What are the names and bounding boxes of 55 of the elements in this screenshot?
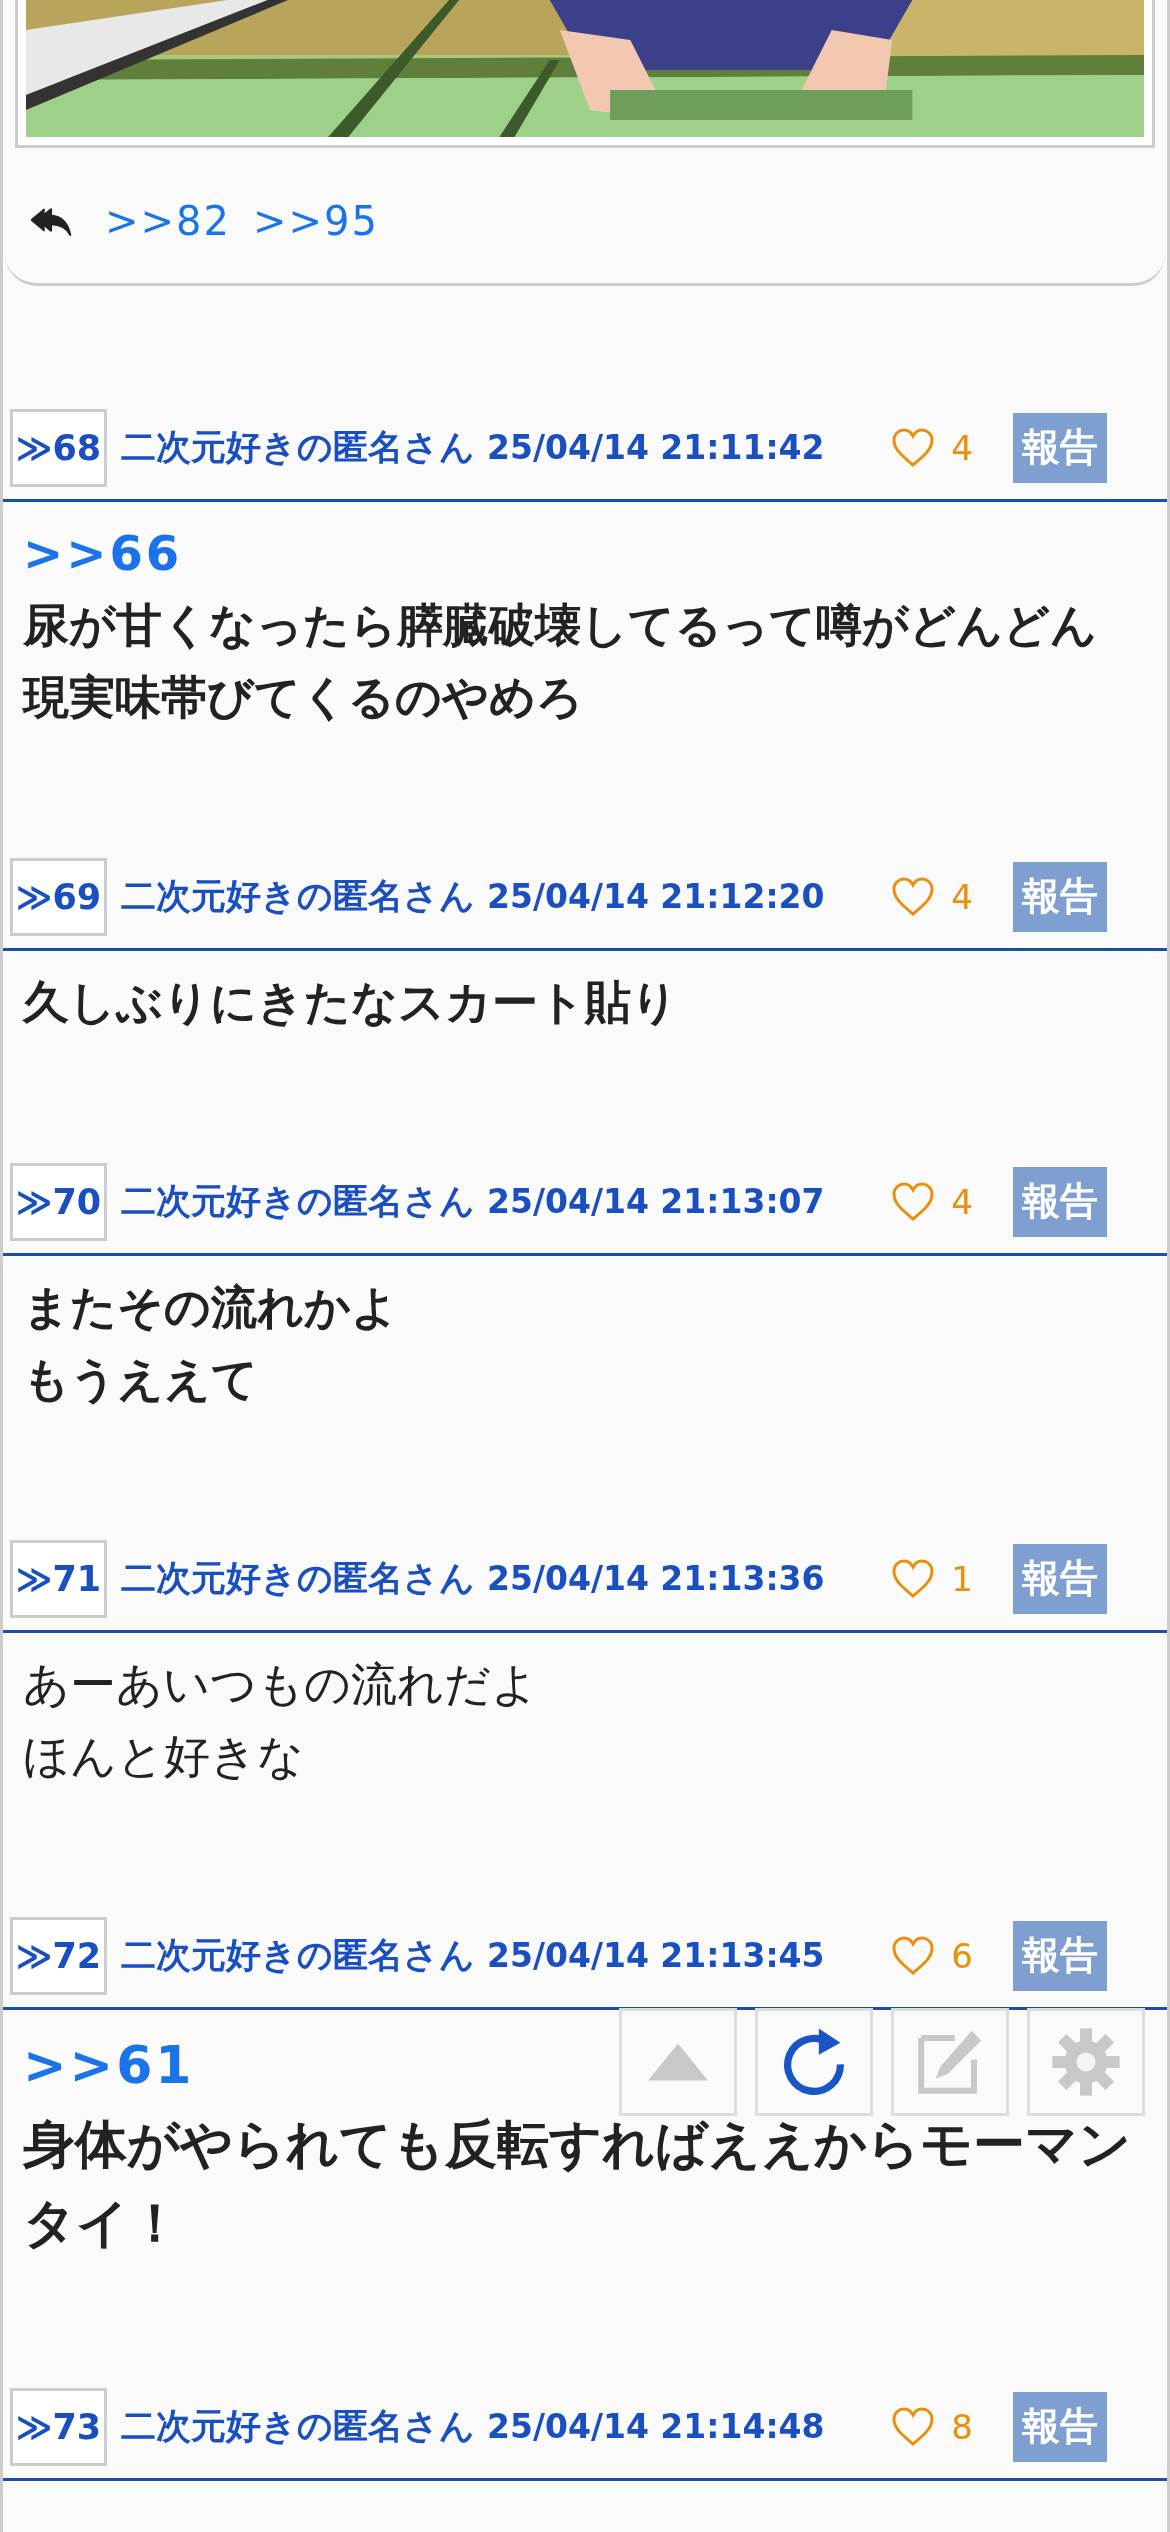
post-text: あーあいつもの流れだよ xyxy=(23,1656,539,1713)
like-count: 4 xyxy=(951,876,973,917)
poster-name: 二次元好きの匿名さん xyxy=(121,1557,475,1600)
anchor-link[interactable]: >>61 xyxy=(23,2025,1167,2105)
heart-icon[interactable] xyxy=(891,1558,936,1599)
post-number-link[interactable]: ≫69 xyxy=(10,857,107,936)
poster-name: 二次元好きの匿名さん xyxy=(121,1934,475,1977)
heart-icon[interactable] xyxy=(891,876,936,917)
post-text: もうええて xyxy=(23,1351,259,1408)
post-date: 25/04/14 21:13:07 xyxy=(487,1182,825,1221)
post-text: 身体がやられても反転すればええからモーマン xyxy=(23,2113,1132,2176)
post-number-link[interactable]: ≫73 xyxy=(10,2387,107,2466)
settings-icon xyxy=(1050,2026,1122,2098)
settings-button[interactable] xyxy=(1027,2008,1145,2116)
post-text: ほんと好きな xyxy=(23,1728,305,1785)
poster-name: 二次元好きの匿名さん xyxy=(121,426,475,469)
post-text: またその流れかよ xyxy=(23,1279,399,1336)
like-count: 8 xyxy=(951,2406,973,2447)
post-text: タイ！ xyxy=(23,2192,182,2255)
post-date: 25/04/14 21:13:45 xyxy=(487,1936,825,1975)
report-button[interactable]: 報告 xyxy=(1013,861,1107,932)
report-button[interactable]: 報告 xyxy=(1013,1543,1107,1614)
refresh-button[interactable] xyxy=(755,2008,873,2116)
anchor-link[interactable]: >>66 xyxy=(23,517,1167,589)
poster-name: 二次元好きの匿名さん xyxy=(121,1180,475,1223)
post-date: 25/04/14 21:14:48 xyxy=(487,2407,825,2446)
reply-link[interactable]: >>82 xyxy=(105,198,231,244)
like-count: 6 xyxy=(951,1935,973,1976)
report-button[interactable]: 報告 xyxy=(1013,2391,1107,2462)
post-number-link[interactable]: ≫70 xyxy=(10,1162,107,1241)
post-text: 尿が甘くなったら膵臓破壊してるって噂がどんどん xyxy=(23,597,1098,654)
post-number-link[interactable]: ≫72 xyxy=(10,1916,107,1995)
report-button[interactable]: 報告 xyxy=(1013,1166,1107,1237)
post-date: 25/04/14 21:11:42 xyxy=(487,428,825,467)
post-date: 25/04/14 21:13:36 xyxy=(487,1559,825,1598)
post-number-link[interactable]: ≫71 xyxy=(10,1539,107,1618)
like-count: 1 xyxy=(951,1558,973,1599)
report-button[interactable]: 報告 xyxy=(1013,412,1107,483)
poster-name: 二次元好きの匿名さん xyxy=(121,2405,475,2448)
post-date: 25/04/14 21:12:20 xyxy=(487,877,825,916)
report-button[interactable]: 報告 xyxy=(1013,1920,1107,1991)
reply-all-icon xyxy=(29,205,73,237)
like-count: 4 xyxy=(951,1181,973,1222)
post-number-link[interactable]: ≫68 xyxy=(10,408,107,487)
edit-button[interactable] xyxy=(891,2008,1009,2116)
heart-icon[interactable] xyxy=(891,1181,936,1222)
scroll-top-button[interactable] xyxy=(619,2008,737,2116)
heart-icon[interactable] xyxy=(891,2406,936,2447)
post-text: 久しぶりにきたなスカート貼り xyxy=(23,974,679,1031)
poster-name: 二次元好きの匿名さん xyxy=(121,875,475,918)
reply-link[interactable]: >>95 xyxy=(252,198,379,244)
heart-icon[interactable] xyxy=(891,1935,936,1976)
heart-icon[interactable] xyxy=(891,427,936,468)
like-count: 4 xyxy=(951,427,973,468)
post-text: 現実味帯びてくるのやめろ xyxy=(23,669,584,726)
